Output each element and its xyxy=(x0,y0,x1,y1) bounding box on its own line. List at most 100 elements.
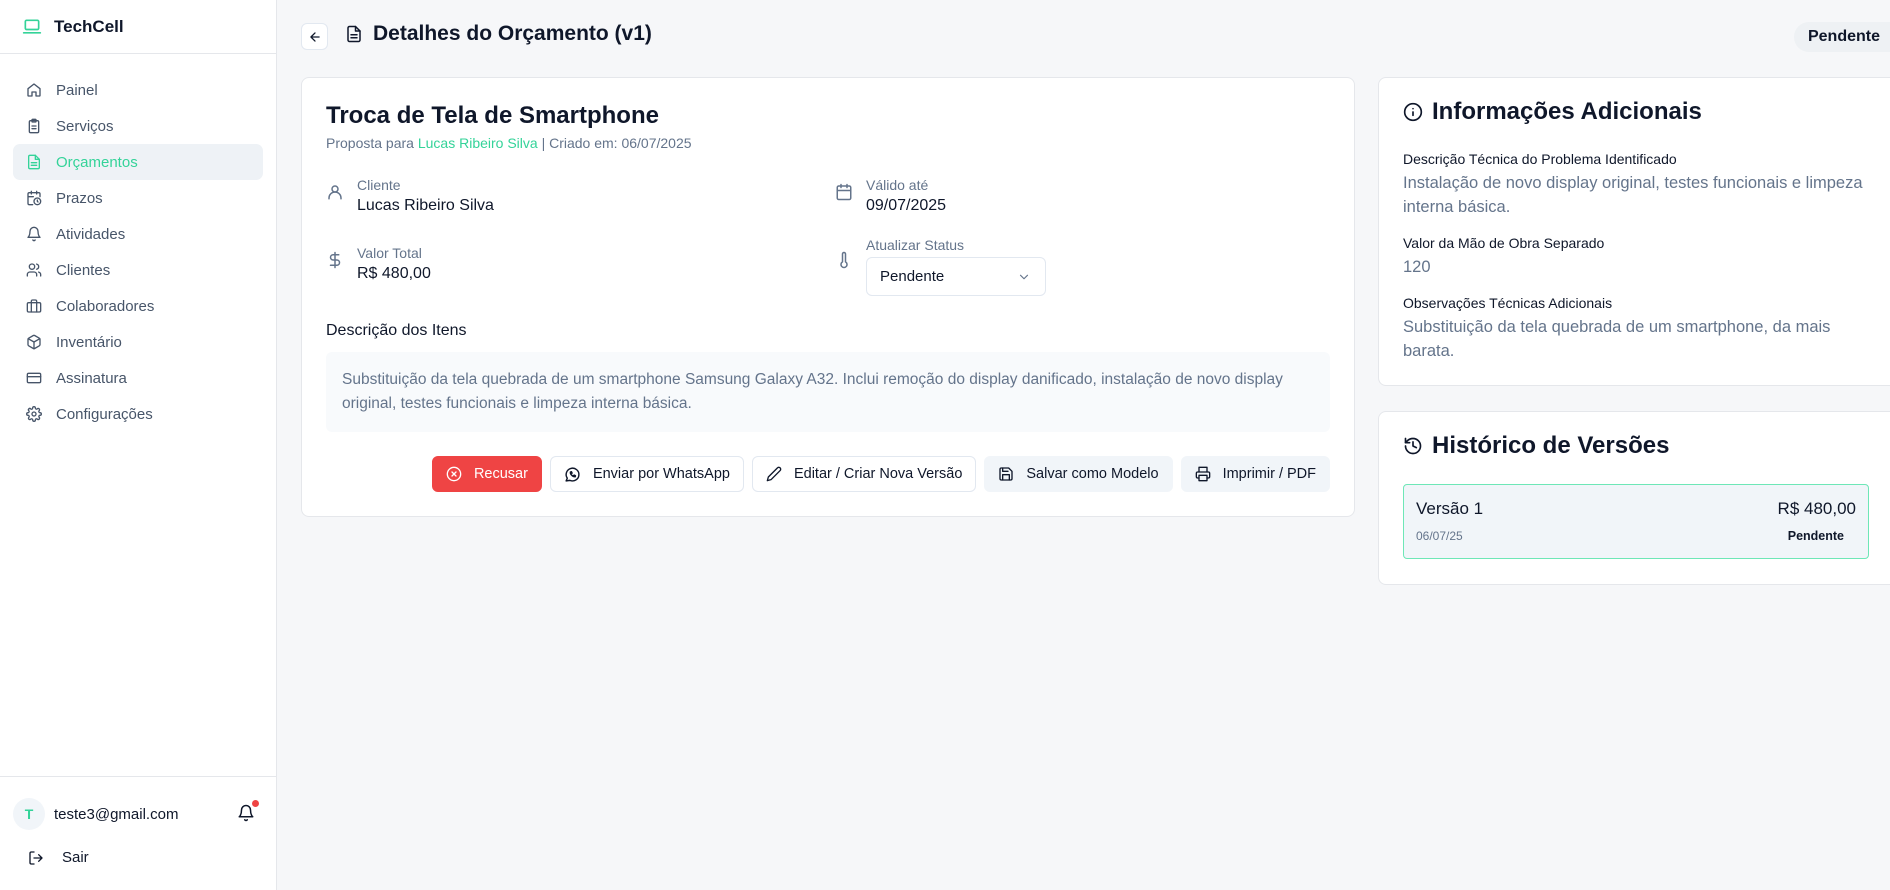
printer-icon xyxy=(1195,466,1211,482)
status-label: Atualizar Status xyxy=(866,237,965,253)
total-info: Valor Total R$ 480,00 xyxy=(326,245,431,283)
sidebar-item-assinatura[interactable]: Assinatura xyxy=(13,360,263,396)
file-text-icon xyxy=(26,154,42,170)
brand[interactable]: TechCell xyxy=(0,0,276,54)
save-template-label: Salvar como Modelo xyxy=(1026,466,1159,482)
valid-info: Válido até 09/07/2025 xyxy=(835,177,946,215)
sidebar-item-label: Atividades xyxy=(56,225,126,243)
quote-subtitle: Proposta para Lucas Ribeiro Silva | Cria… xyxy=(326,135,692,151)
sidebar-item-painel[interactable]: Painel xyxy=(13,72,263,108)
sidebar-item-label: Clientes xyxy=(56,261,111,279)
labor-value: Valor da Mão de Obra Separado 120 xyxy=(1403,235,1873,279)
items-title: Descrição dos Itens xyxy=(326,322,467,339)
sidebar-item-atividades[interactable]: Atividades xyxy=(13,216,263,252)
sidebar-item-label: Inventário xyxy=(56,333,122,351)
version-history-title: Histórico de Versões xyxy=(1432,432,1670,459)
tech-desc: Descrição Técnica do Problema Identifica… xyxy=(1403,151,1873,219)
print-label: Imprimir / PDF xyxy=(1222,466,1316,482)
whatsapp-icon xyxy=(564,466,581,483)
save-icon xyxy=(998,466,1014,482)
briefcase-icon xyxy=(26,298,42,314)
sidebar-nav: Painel Serviços Orçamentos Prazos Ativid… xyxy=(0,54,276,432)
sidebar: TechCell Painel Serviços Orçamentos Praz… xyxy=(0,0,277,890)
action-bar: Recusar Enviar por WhatsApp Editar / Cri… xyxy=(431,456,1330,492)
client-info: Cliente Lucas Ribeiro Silva xyxy=(326,177,494,215)
additional-info-card: Informações Adicionais Descrição Técnica… xyxy=(1378,77,1890,386)
pencil-icon xyxy=(766,466,782,482)
sidebar-footer: T teste3@gmail.com Sair xyxy=(0,776,277,890)
calendar-icon xyxy=(835,183,853,215)
edit-version-button[interactable]: Editar / Criar Nova Versão xyxy=(751,456,977,492)
additional-info-title: Informações Adicionais xyxy=(1432,98,1702,125)
client-value: Lucas Ribeiro Silva xyxy=(357,197,494,214)
version-item[interactable]: Versão 1 R$ 480,00 06/07/25 Pendente xyxy=(1403,484,1869,559)
file-text-icon xyxy=(345,25,363,43)
refuse-button[interactable]: Recusar xyxy=(431,456,542,492)
user-row: T teste3@gmail.com xyxy=(13,797,260,831)
print-button[interactable]: Imprimir / PDF xyxy=(1180,456,1330,492)
arrow-left-icon xyxy=(308,30,322,44)
labor-label: Valor da Mão de Obra Separado xyxy=(1403,235,1605,251)
version-history-header: Histórico de Versões xyxy=(1403,432,1669,460)
log-out-icon xyxy=(28,850,44,866)
version-status: Pendente xyxy=(1787,529,1844,543)
status-select[interactable]: Pendente xyxy=(866,257,1046,296)
additional-info-header: Informações Adicionais xyxy=(1403,98,1702,126)
notification-dot xyxy=(251,799,260,808)
logout-button[interactable]: Sair xyxy=(28,849,89,866)
info-icon xyxy=(1403,102,1423,122)
sidebar-item-label: Prazos xyxy=(56,189,103,207)
status-badge: Pendente xyxy=(1793,22,1890,52)
sidebar-item-inventario[interactable]: Inventário xyxy=(13,324,263,360)
sidebar-item-label: Configurações xyxy=(56,405,153,423)
version-history-card: Histórico de Versões Versão 1 R$ 480,00 … xyxy=(1378,411,1890,585)
notes-value: Substituição da tela quebrada de um smar… xyxy=(1403,318,1831,360)
total-value: R$ 480,00 xyxy=(357,265,431,282)
valid-label: Válido até xyxy=(866,177,929,193)
user-email: teste3@gmail.com xyxy=(54,805,179,823)
version-date: 06/07/25 xyxy=(1416,529,1463,543)
avatar[interactable]: T xyxy=(13,798,45,830)
sidebar-item-label: Painel xyxy=(56,81,98,99)
client-link[interactable]: Lucas Ribeiro Silva xyxy=(418,135,538,151)
thermometer-icon xyxy=(835,251,853,296)
sidebar-item-prazos[interactable]: Prazos xyxy=(13,180,263,216)
whatsapp-label: Enviar por WhatsApp xyxy=(592,466,730,482)
version-name: Versão 1 xyxy=(1416,499,1484,518)
whatsapp-button[interactable]: Enviar por WhatsApp xyxy=(549,456,744,492)
x-circle-icon xyxy=(446,466,462,482)
sidebar-item-servicos[interactable]: Serviços xyxy=(13,108,263,144)
subtitle-prefix: Proposta para xyxy=(326,135,414,151)
calendar-clock-icon xyxy=(26,190,42,206)
notes-label: Observações Técnicas Adicionais xyxy=(1403,295,1613,311)
tech-desc-label: Descrição Técnica do Problema Identifica… xyxy=(1403,151,1677,167)
gear-icon xyxy=(26,406,42,422)
sidebar-item-configuracoes[interactable]: Configurações xyxy=(13,396,263,432)
sidebar-item-orcamentos[interactable]: Orçamentos xyxy=(13,144,263,180)
dollar-icon xyxy=(326,251,344,283)
notifications-button[interactable] xyxy=(237,799,260,824)
tech-desc-value: Instalação de novo display original, tes… xyxy=(1403,174,1863,216)
sidebar-item-label: Orçamentos xyxy=(56,153,138,171)
edit-label: Editar / Criar Nova Versão xyxy=(793,466,963,482)
back-button[interactable] xyxy=(301,23,328,50)
sidebar-item-clientes[interactable]: Clientes xyxy=(13,252,263,288)
valid-value: 09/07/2025 xyxy=(866,197,947,214)
history-icon xyxy=(1403,436,1423,456)
client-label: Cliente xyxy=(357,177,401,193)
home-icon xyxy=(26,82,42,98)
package-icon xyxy=(26,334,42,350)
laptop-icon xyxy=(22,17,42,37)
user-icon xyxy=(326,183,344,215)
page-title: Detalhes do Orçamento (v1) xyxy=(373,22,652,45)
version-price: R$ 480,00 xyxy=(1777,499,1856,518)
sidebar-item-label: Assinatura xyxy=(56,369,127,387)
items-description: Substituição da tela quebrada de um smar… xyxy=(326,352,1330,432)
credit-card-icon xyxy=(26,370,42,386)
sidebar-item-colaboradores[interactable]: Colaboradores xyxy=(13,288,263,324)
save-template-button[interactable]: Salvar como Modelo xyxy=(984,456,1173,492)
refuse-label: Recusar xyxy=(473,466,528,482)
page-header: Detalhes do Orçamento (v1) Pendente xyxy=(277,0,1890,72)
sidebar-item-label: Colaboradores xyxy=(56,297,155,315)
clipboard-icon xyxy=(26,118,42,134)
